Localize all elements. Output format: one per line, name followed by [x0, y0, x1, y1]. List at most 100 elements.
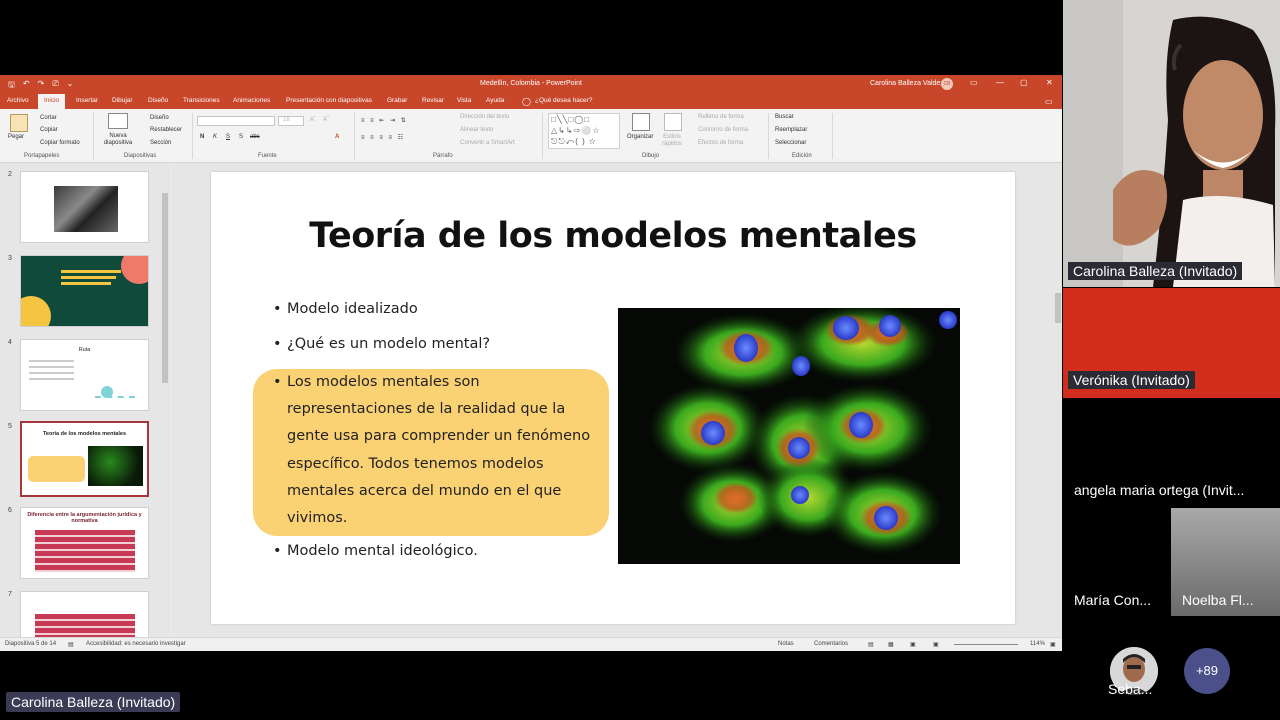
format-painter-button[interactable]: Copiar formato [40, 140, 80, 146]
ribbon-separator [832, 113, 833, 159]
zoom-slider[interactable] [954, 644, 1018, 645]
align-text-button[interactable]: Alinear texto [460, 127, 493, 133]
ribbon-separator [192, 113, 193, 159]
select-button[interactable]: Seleccionar [775, 140, 806, 146]
arrange-icon[interactable] [632, 113, 650, 131]
thumbnails-scroll-thumb[interactable] [162, 193, 168, 383]
tab-presentacion[interactable]: Presentación con diapositivas [286, 97, 372, 104]
tell-me-search[interactable]: ¿Qué desea hacer? [535, 97, 592, 104]
smartart-button[interactable]: Convertir a SmartArt [460, 140, 515, 146]
thumbnail-slide-5[interactable]: Teoría de los modelos mentales [20, 421, 149, 497]
participant-name-label[interactable]: angela maria ortega (Invit... [1074, 482, 1244, 498]
thumbnail-decoration [21, 296, 51, 326]
section-button[interactable]: Sección [150, 140, 171, 146]
paste-icon[interactable] [10, 114, 28, 132]
close-icon[interactable]: ✕ [1046, 78, 1053, 87]
accessibility-status[interactable]: Accesibilidad: es necesario investigar [86, 641, 186, 647]
tab-animaciones[interactable]: Animaciones [233, 97, 270, 104]
quick-styles-icon[interactable] [664, 113, 682, 131]
participant-name-label[interactable]: Seba... [1108, 681, 1152, 697]
bold-button[interactable]: N [200, 134, 204, 140]
more-participants-button[interactable]: +89 [1184, 648, 1230, 694]
shadow-button[interactable]: S [239, 134, 243, 140]
tab-inicio[interactable]: Inicio [38, 94, 66, 109]
find-button[interactable]: Buscar [775, 114, 794, 120]
shrink-font-icon[interactable]: Aˇ [323, 117, 329, 123]
speaker-video[interactable] [1063, 0, 1280, 287]
thumbnail-slide-2[interactable] [20, 171, 149, 243]
slide-scrollbar[interactable] [1054, 163, 1062, 637]
tab-dibujar[interactable]: Dibujar [112, 97, 133, 104]
thumb-number: 4 [8, 339, 12, 346]
restore-icon[interactable]: ▢ [1020, 78, 1028, 87]
participant-name-label[interactable]: Noelba Fl... [1182, 592, 1254, 608]
italic-button[interactable]: K [213, 134, 217, 140]
title-bar: 🖫 ↶ ↷ ⎚ ⌄ Medellín, Colombia - PowerPoin… [0, 75, 1062, 93]
thumbnail-decoration [121, 256, 148, 284]
tab-transiciones[interactable]: Transiciones [183, 97, 220, 104]
notes-button[interactable]: Notas [778, 641, 794, 647]
copy-button[interactable]: Copiar [40, 127, 58, 133]
comments-icon[interactable]: ▭ [1045, 97, 1053, 106]
shape-effects-button[interactable]: Efectos de forma [698, 140, 743, 146]
cut-button[interactable]: Cortar [40, 115, 57, 121]
user-avatar[interactable]: CB [941, 78, 953, 90]
layout-button[interactable]: Diseño [150, 115, 169, 121]
presenter-name-label: Carolina Balleza (Invitado) [6, 692, 181, 712]
thumbnails-scrollbar[interactable] [161, 163, 169, 637]
current-slide[interactable]: Teoría de los modelos mentales • Modelo … [211, 172, 1015, 624]
zoom-level[interactable]: 114% [1030, 641, 1045, 647]
tab-ayuda[interactable]: Ayuda [486, 97, 504, 104]
grow-font-icon[interactable]: Aˆ [310, 117, 316, 123]
powerpoint-window: 🖫 ↶ ↷ ⎚ ⌄ Medellín, Colombia - PowerPoin… [0, 75, 1062, 651]
thumbnail-slide-4[interactable]: Ruta [20, 339, 149, 411]
font-size-box[interactable]: 18 [278, 116, 304, 126]
comments-button[interactable]: Comentarios [814, 641, 848, 647]
paste-button[interactable]: Pegar [8, 134, 24, 140]
tab-revisar[interactable]: Revisar [422, 97, 444, 104]
tab-grabar[interactable]: Grabar [387, 97, 407, 104]
text-direction-button[interactable]: Dirección del texto [460, 114, 509, 120]
quick-styles-button[interactable]: Estilos rápidos [657, 134, 687, 148]
underline-button[interactable]: S [226, 134, 230, 140]
slide-scroll-thumb[interactable] [1055, 293, 1061, 323]
thumbnail-title: Diferencia entre la argumentación jurídi… [27, 512, 142, 524]
signed-in-user[interactable]: Carolina Balleza Valdez [870, 80, 944, 87]
slide-editing-area: Teoría de los modelos mentales • Modelo … [172, 163, 1062, 637]
font-color-icon[interactable]: A [335, 134, 339, 140]
normal-view-icon[interactable]: ▤ [868, 641, 874, 648]
shapes-gallery[interactable]: □╲╲□◯□ △↳↳⇨⚪☆ ⎋⎋↶( ) ☆ [548, 113, 620, 149]
tab-diseno[interactable]: Diseño [148, 97, 168, 104]
thumbnail-title: Teoría de los modelos mentales [42, 431, 127, 437]
thumbnail-slide-3[interactable] [20, 255, 149, 327]
slide-sorter-icon[interactable]: ▦ [888, 641, 894, 648]
reset-button[interactable]: Restablecer [150, 127, 182, 133]
new-slide-icon[interactable] [108, 113, 128, 129]
spellcheck-icon[interactable]: ▤ [68, 641, 74, 648]
bullet-text: Modelo idealizado [287, 301, 418, 317]
thumbnail-slide-6[interactable]: Diferencia entre la argumentación jurídi… [20, 507, 149, 579]
shape-outline-button[interactable]: Contorno de forma [698, 127, 748, 133]
slide-title[interactable]: Teoría de los modelos mentales [211, 216, 1015, 256]
cell-microscopy-image[interactable] [618, 308, 960, 564]
fit-to-window-icon[interactable]: ▣ [1050, 641, 1056, 648]
ribbon-display-options-icon[interactable]: ▭ [970, 78, 978, 87]
tab-insertar[interactable]: Insertar [76, 97, 98, 104]
participant-name-label[interactable]: María Con... [1074, 592, 1151, 608]
tab-vista[interactable]: Vista [457, 97, 471, 104]
bullet-item-highlighted: • Los modelos mentales son representacio… [273, 369, 607, 532]
slideshow-view-icon[interactable]: ▣ [933, 641, 939, 648]
minimize-icon[interactable]: — [996, 78, 1004, 87]
align-icons[interactable]: ≡ ≡ ≡ ≡ ☷ [361, 134, 405, 141]
strikethrough-button[interactable]: abc [250, 134, 260, 140]
replace-button[interactable]: Reemplazar [775, 127, 807, 133]
tab-archivo[interactable]: Archivo [7, 97, 29, 104]
font-name-box[interactable] [197, 116, 275, 126]
thumb-number: 7 [8, 591, 12, 598]
new-slide-button[interactable]: Nueva diapositiva [98, 133, 138, 147]
reading-view-icon[interactable]: ▣ [910, 641, 916, 648]
arrange-button[interactable]: Organizar [627, 134, 653, 140]
bullets-icon[interactable]: ≡ ≡ ⇤ ⇥ ⇅ [361, 117, 408, 124]
thumbnail-heading-line [61, 282, 111, 285]
shape-fill-button[interactable]: Relleno de forma [698, 114, 744, 120]
